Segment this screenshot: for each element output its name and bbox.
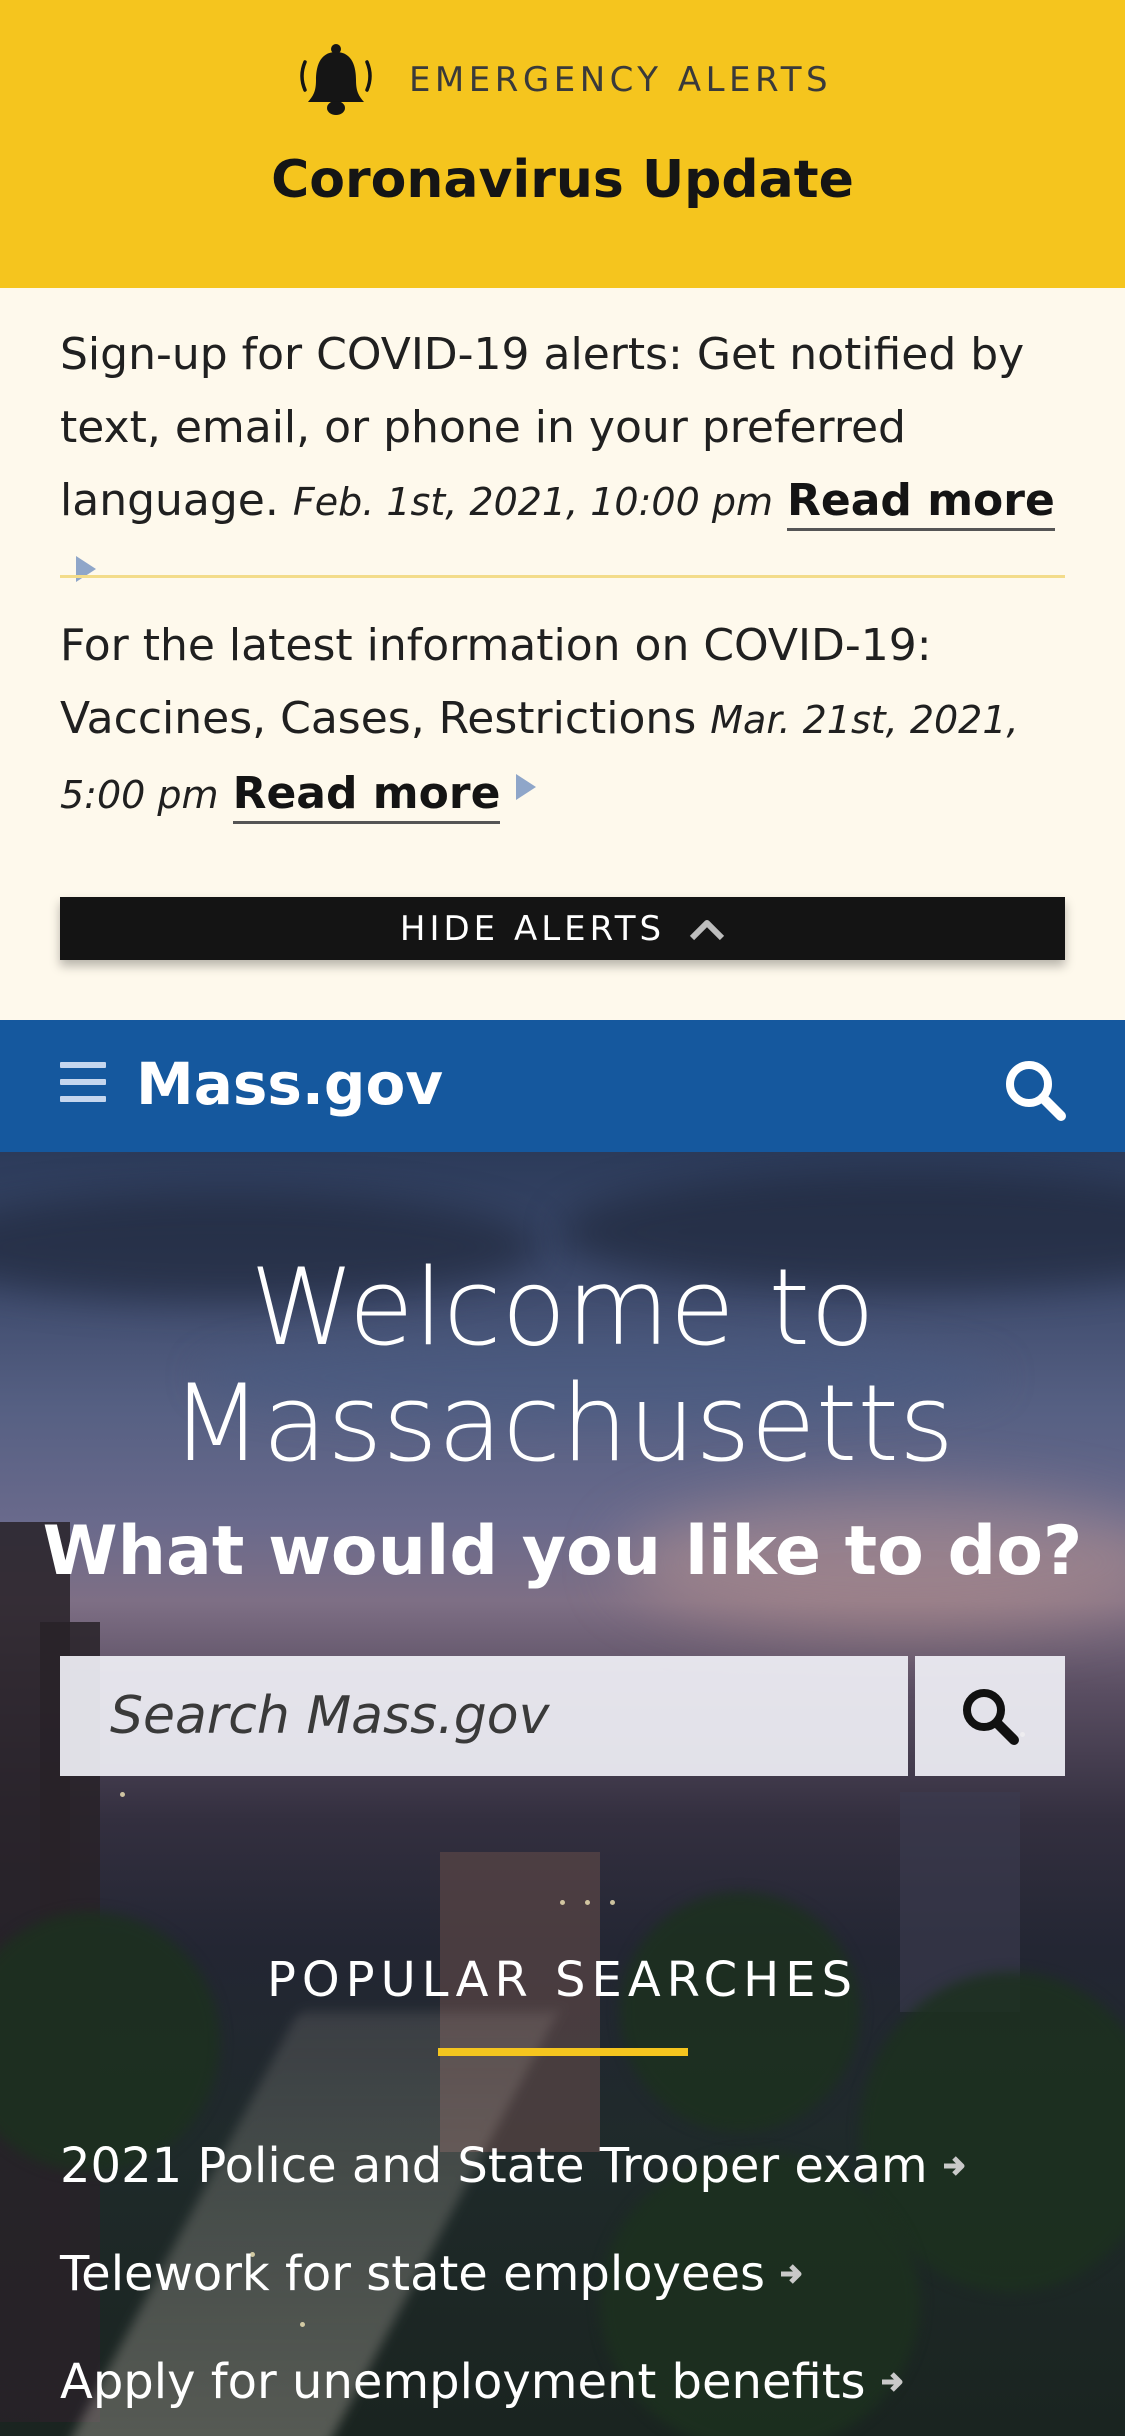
alert-item: Sign-up for COVID-19 alerts: Get notifie…	[60, 318, 1070, 612]
arrow-right-icon	[781, 2264, 802, 2284]
alert-label: EMERGENCY ALERTS	[408, 60, 833, 100]
popular-searches-list: 2021 Police and State Trooper exam Telew…	[60, 2112, 1070, 2436]
hide-alerts-button[interactable]: HIDE ALERTS	[60, 897, 1065, 960]
alert-label-row: EMERGENCY ALERTS	[0, 38, 1125, 122]
background-light	[120, 1792, 125, 1797]
chevron-right-icon	[516, 774, 537, 800]
read-more-link[interactable]: Read more	[232, 768, 501, 824]
alert-list: Sign-up for COVID-19 alerts: Get notifie…	[0, 288, 1125, 1020]
list-item: 2021 Police and State Trooper exam	[60, 2112, 1070, 2220]
caret-up-icon	[690, 919, 725, 940]
background-light	[560, 1900, 565, 1905]
search-icon	[963, 1689, 1019, 1745]
background-light	[610, 1900, 615, 1905]
search-input[interactable]	[60, 1656, 908, 1776]
search-icon[interactable]	[1003, 1058, 1067, 1122]
alert-item: For the latest information on COVID-19: …	[60, 609, 1070, 832]
background-tree	[620, 1892, 860, 2132]
read-more-link[interactable]: Read more	[786, 475, 1055, 531]
list-item: Apply for unemployment benefits	[60, 2328, 1070, 2436]
site-logo[interactable]: Mass.gov	[136, 1050, 443, 1118]
alert-date: Feb. 1st, 2021, 10:00 pm	[292, 480, 773, 524]
list-item: Telework for state employees	[60, 2220, 1070, 2328]
bell-icon	[300, 44, 372, 115]
hide-alerts-label: HIDE ALERTS	[399, 908, 666, 949]
background-light	[585, 1900, 590, 1905]
search-button[interactable]	[915, 1656, 1065, 1776]
emergency-alert-banner: EMERGENCY ALERTS Coronavirus Update	[0, 0, 1125, 288]
menu-icon[interactable]	[60, 1062, 106, 1102]
hero-heading: Welcome to Massachusetts	[170, 1246, 955, 1485]
hero-subheading: What would you like to do?	[42, 1512, 1083, 1591]
popular-searches-title: POPULAR SEARCHES	[266, 1952, 859, 2008]
arrow-right-icon	[943, 2156, 965, 2176]
arrow-right-icon	[881, 2372, 903, 2392]
popular-search-link[interactable]: Apply for unemployment benefits	[60, 2354, 866, 2410]
site-header: Mass.gov	[0, 1020, 1125, 1152]
alert-divider	[60, 575, 1065, 578]
popular-search-link[interactable]: Telework for state employees	[60, 2246, 765, 2302]
popular-search-link[interactable]: 2021 Police and State Trooper exam	[60, 2138, 928, 2194]
hero-section: Welcome to Massachusetts What would you …	[0, 1152, 1125, 2436]
chevron-right-icon	[76, 556, 96, 582]
title-underline	[438, 2048, 688, 2056]
alert-title[interactable]: Coronavirus Update	[0, 150, 1125, 210]
